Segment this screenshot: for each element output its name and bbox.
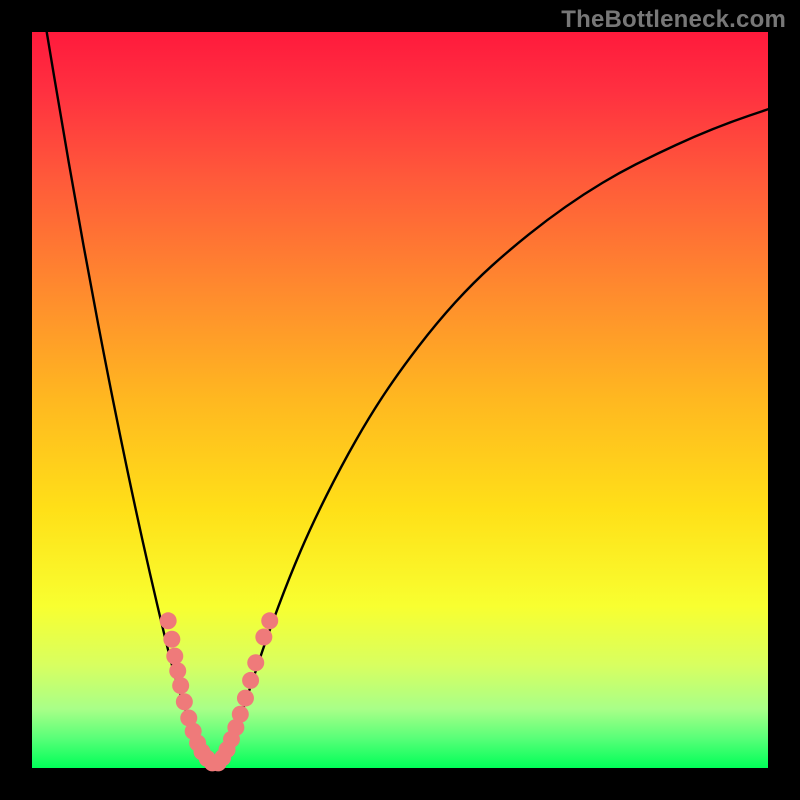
curve-left-branch [47, 32, 216, 764]
marker-point [242, 672, 259, 689]
marker-layer [160, 612, 279, 771]
watermark-text: TheBottleneck.com [561, 6, 786, 34]
marker-point [255, 628, 272, 645]
marker-point [176, 693, 193, 710]
curve-right-branch [216, 109, 768, 764]
marker-point [166, 648, 183, 665]
marker-point [163, 631, 180, 648]
chart-svg [32, 32, 768, 768]
plot-area [32, 32, 768, 768]
marker-point [172, 677, 189, 694]
chart-frame: TheBottleneck.com [0, 0, 800, 800]
marker-point [169, 662, 186, 679]
marker-point [261, 612, 278, 629]
marker-point [247, 654, 264, 671]
curve-layer [47, 32, 768, 764]
marker-point [232, 706, 249, 723]
marker-point [160, 612, 177, 629]
marker-point [237, 690, 254, 707]
